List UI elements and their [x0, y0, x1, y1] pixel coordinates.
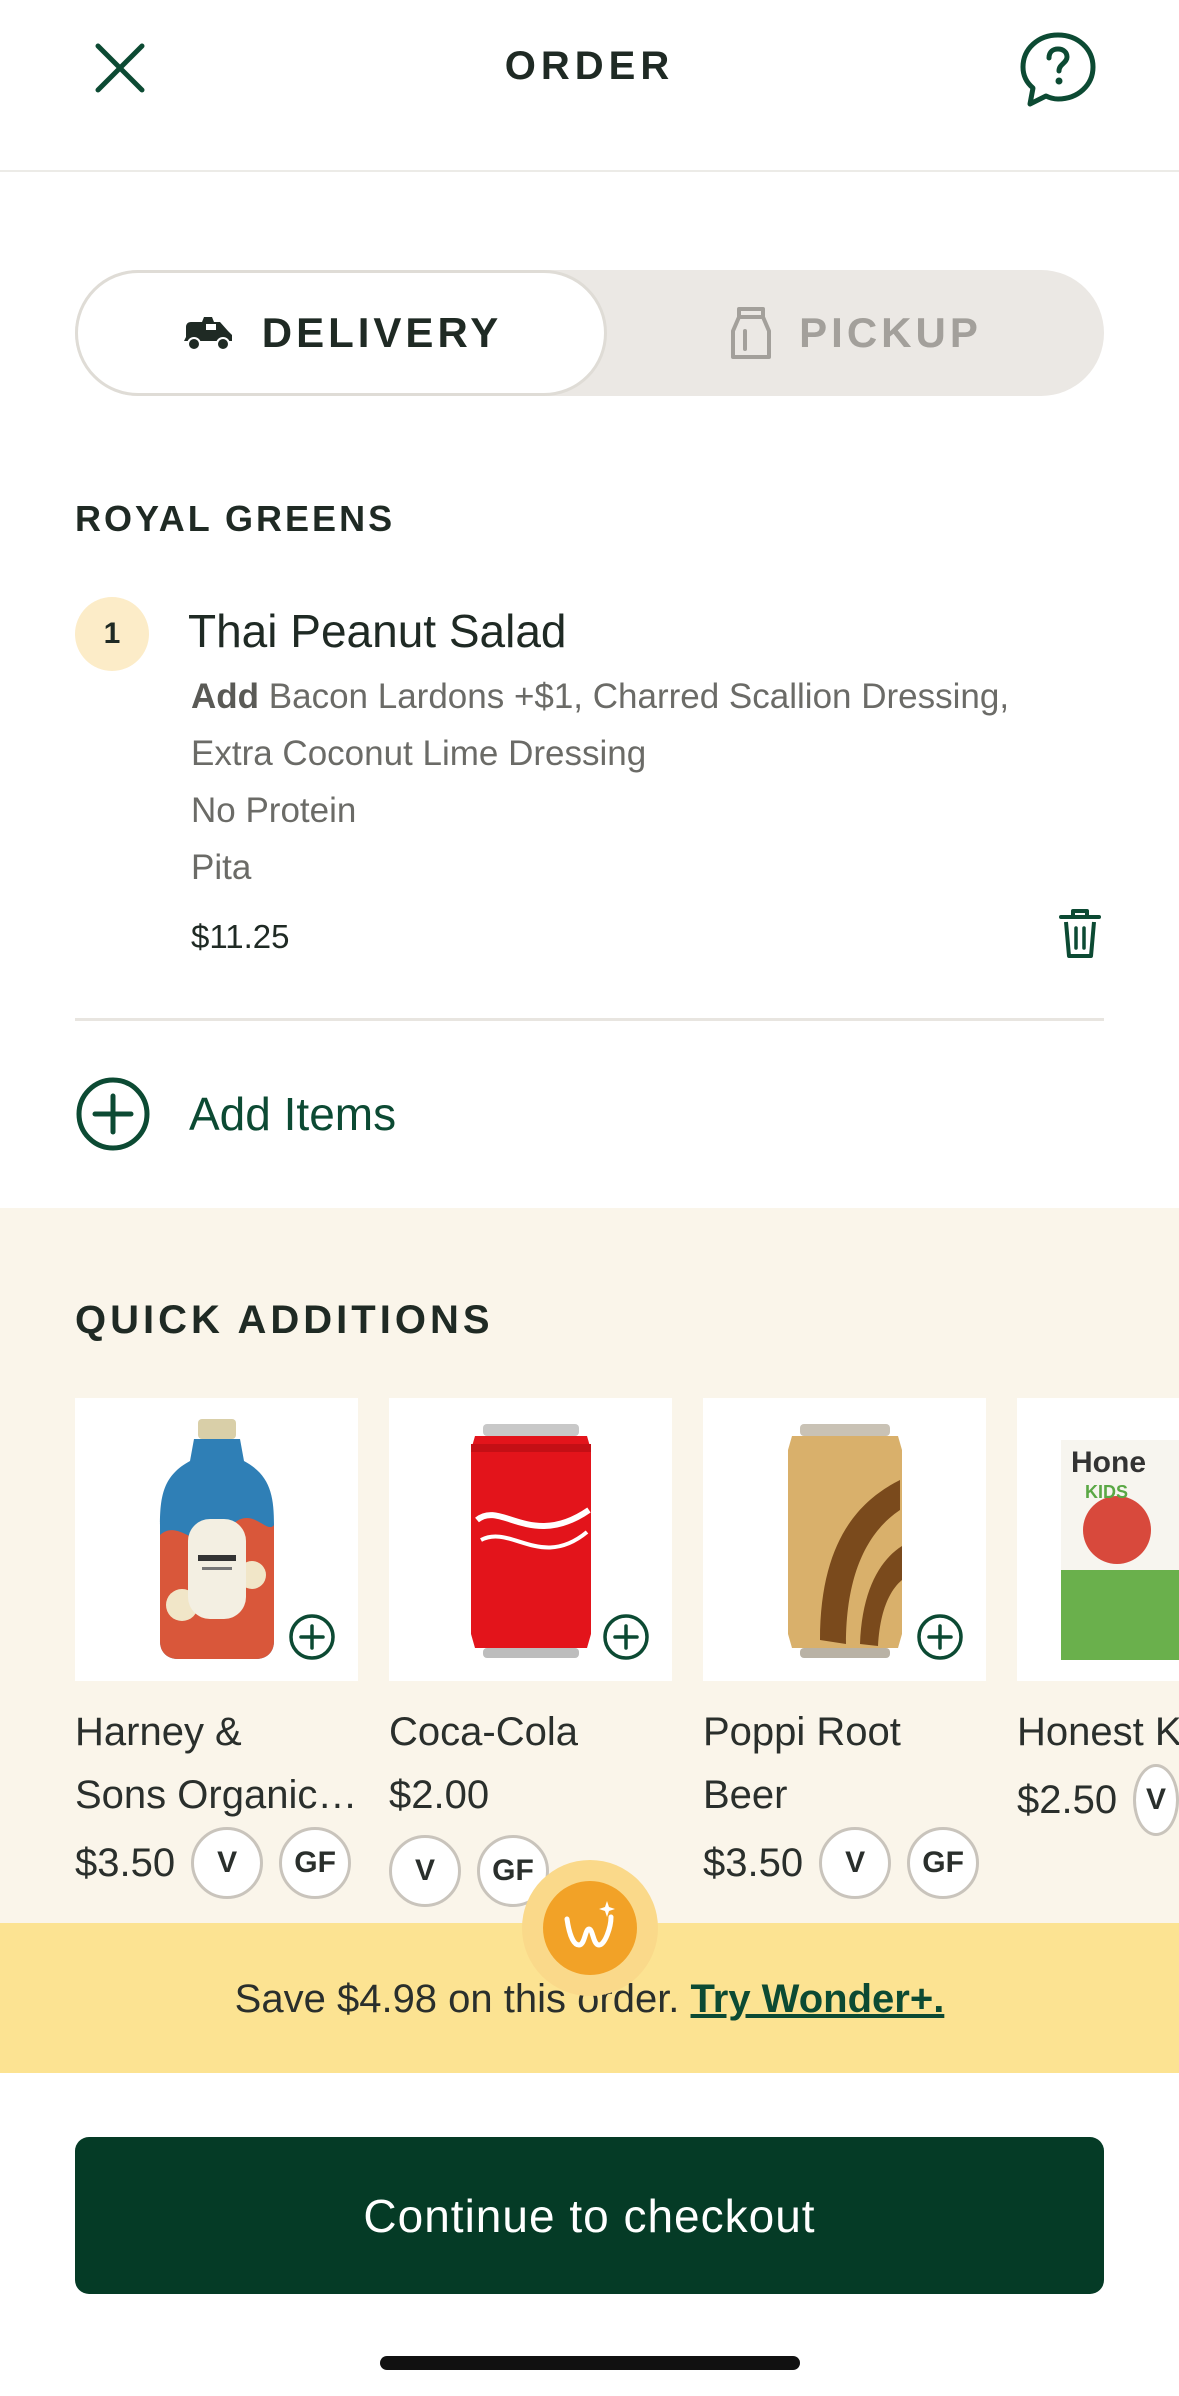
wonder-plus-badge: [522, 1860, 658, 1996]
quick-addition-card[interactable]: Harney & Sons Organic Black Tea $3.50 V G…: [75, 1398, 358, 1899]
modifier-line: Pita: [191, 848, 252, 887]
fulfillment-toggle: DELIVERY PICKUP: [75, 270, 1104, 396]
wonder-w-icon: [564, 1901, 615, 1948]
item-add-ons: Add Bacon Lardons +$1, Charred Scallion …: [191, 668, 1011, 782]
product-price: $3.50: [75, 1840, 176, 1885]
product-name: Harney & Sons Organic Black Tea: [75, 1701, 358, 1827]
add-to-order-icon[interactable]: [602, 1613, 650, 1661]
add-to-order-icon[interactable]: [916, 1613, 964, 1661]
add-items-label: Add Items: [189, 1088, 397, 1140]
add-items-button[interactable]: Add Items: [75, 1076, 396, 1152]
price-row: $3.50 V GF: [75, 1827, 358, 1899]
price-row: $2.50 V: [1017, 1764, 1179, 1836]
help-button[interactable]: [1016, 28, 1100, 112]
bag-icon: [731, 307, 772, 359]
help-chat-icon: [1020, 32, 1096, 107]
tea-bottle-image: [159, 1418, 274, 1659]
header: ORDER: [0, 0, 1179, 172]
delivery-option[interactable]: DELIVERY: [75, 270, 607, 396]
item-name[interactable]: Thai Peanut Salad: [188, 604, 567, 658]
coke-can-image: [470, 1423, 591, 1658]
price-row: $3.50 V GF: [703, 1827, 986, 1899]
quick-addition-card[interactable]: Poppi Root Beer $3.50 V GF: [703, 1398, 986, 1899]
item-price: $11.25: [191, 918, 290, 955]
svg-text:KIDS: KIDS: [1085, 1482, 1128, 1502]
divider: [75, 1018, 1104, 1021]
product-image-coke[interactable]: [389, 1398, 672, 1681]
continue-to-checkout-button[interactable]: Continue to checkout: [75, 2137, 1104, 2294]
product-name: Poppi Root Beer: [703, 1710, 901, 1817]
product-image-tea[interactable]: [75, 1398, 358, 1681]
product-image-poppi[interactable]: [703, 1398, 986, 1681]
product-name-line-2: Sons Organic Black Tea: [75, 1773, 358, 1817]
gluten-free-tag: GF: [907, 1827, 980, 1899]
quick-additions-section: QUICK ADDITIONS Harney & Sons Organic Bla…: [0, 1208, 1179, 1924]
product-name-line-1: Harney &: [75, 1710, 242, 1754]
svg-text:Hone: Hone: [1071, 1446, 1146, 1479]
delivery-label: DELIVERY: [261, 309, 503, 356]
try-wonder-plus-link[interactable]: Try Wonder+.: [691, 1977, 945, 2021]
product-price: $3.50: [703, 1840, 804, 1885]
vegan-tag: V: [191, 1827, 264, 1899]
gluten-free-tag: GF: [279, 1827, 352, 1899]
poppi-can-image: [787, 1423, 902, 1658]
product-name: Honest Kids Apple Juice: [1017, 1710, 1179, 1754]
pickup-label: PICKUP: [799, 309, 982, 356]
restaurant-name: ROYAL GREENS: [75, 498, 396, 539]
product-name: Coca-Cola: [389, 1710, 578, 1754]
quick-additions-title: QUICK ADDITIONS: [75, 1298, 494, 1342]
product-price: $2.50: [1017, 1777, 1118, 1822]
vegan-tag: V: [819, 1827, 892, 1899]
home-indicator: [380, 2356, 800, 2370]
add-label: Add: [191, 677, 260, 716]
quantity-badge[interactable]: 1: [75, 597, 149, 671]
vegan-tag: V: [1133, 1764, 1179, 1836]
add-ons-text: Bacon Lardons +$1, Charred Scallion Dres…: [191, 677, 1010, 773]
juice-box-image: Hone KIDS: [1061, 1439, 1179, 1660]
pickup-option[interactable]: PICKUP: [607, 270, 1104, 396]
item-modifiers: Add Bacon Lardons +$1, Charred Scallion …: [191, 668, 1011, 896]
quick-addition-card[interactable]: Hone KIDS Honest Kids Apple Juice $2.50 …: [1017, 1398, 1179, 1836]
page-title: ORDER: [504, 44, 675, 88]
add-to-order-icon[interactable]: [288, 1613, 336, 1661]
product-name-text: Harney & Sons Organic Black Tea: [75, 1701, 358, 1827]
plus-circle-icon: [76, 1077, 150, 1151]
scooter-icon: [183, 317, 232, 351]
modifier-line: No Protein: [191, 791, 357, 830]
product-price: $2.00: [389, 1773, 490, 1817]
quick-addition-card[interactable]: Coca-Cola $2.00 V GF: [389, 1398, 672, 1907]
vegan-tag: V: [389, 1835, 461, 1907]
product-image-juice[interactable]: Hone KIDS: [1017, 1398, 1179, 1681]
trash-icon: [1059, 909, 1101, 958]
wonder-logo-icon: [543, 1881, 637, 1975]
delete-item-button[interactable]: [1056, 908, 1104, 960]
